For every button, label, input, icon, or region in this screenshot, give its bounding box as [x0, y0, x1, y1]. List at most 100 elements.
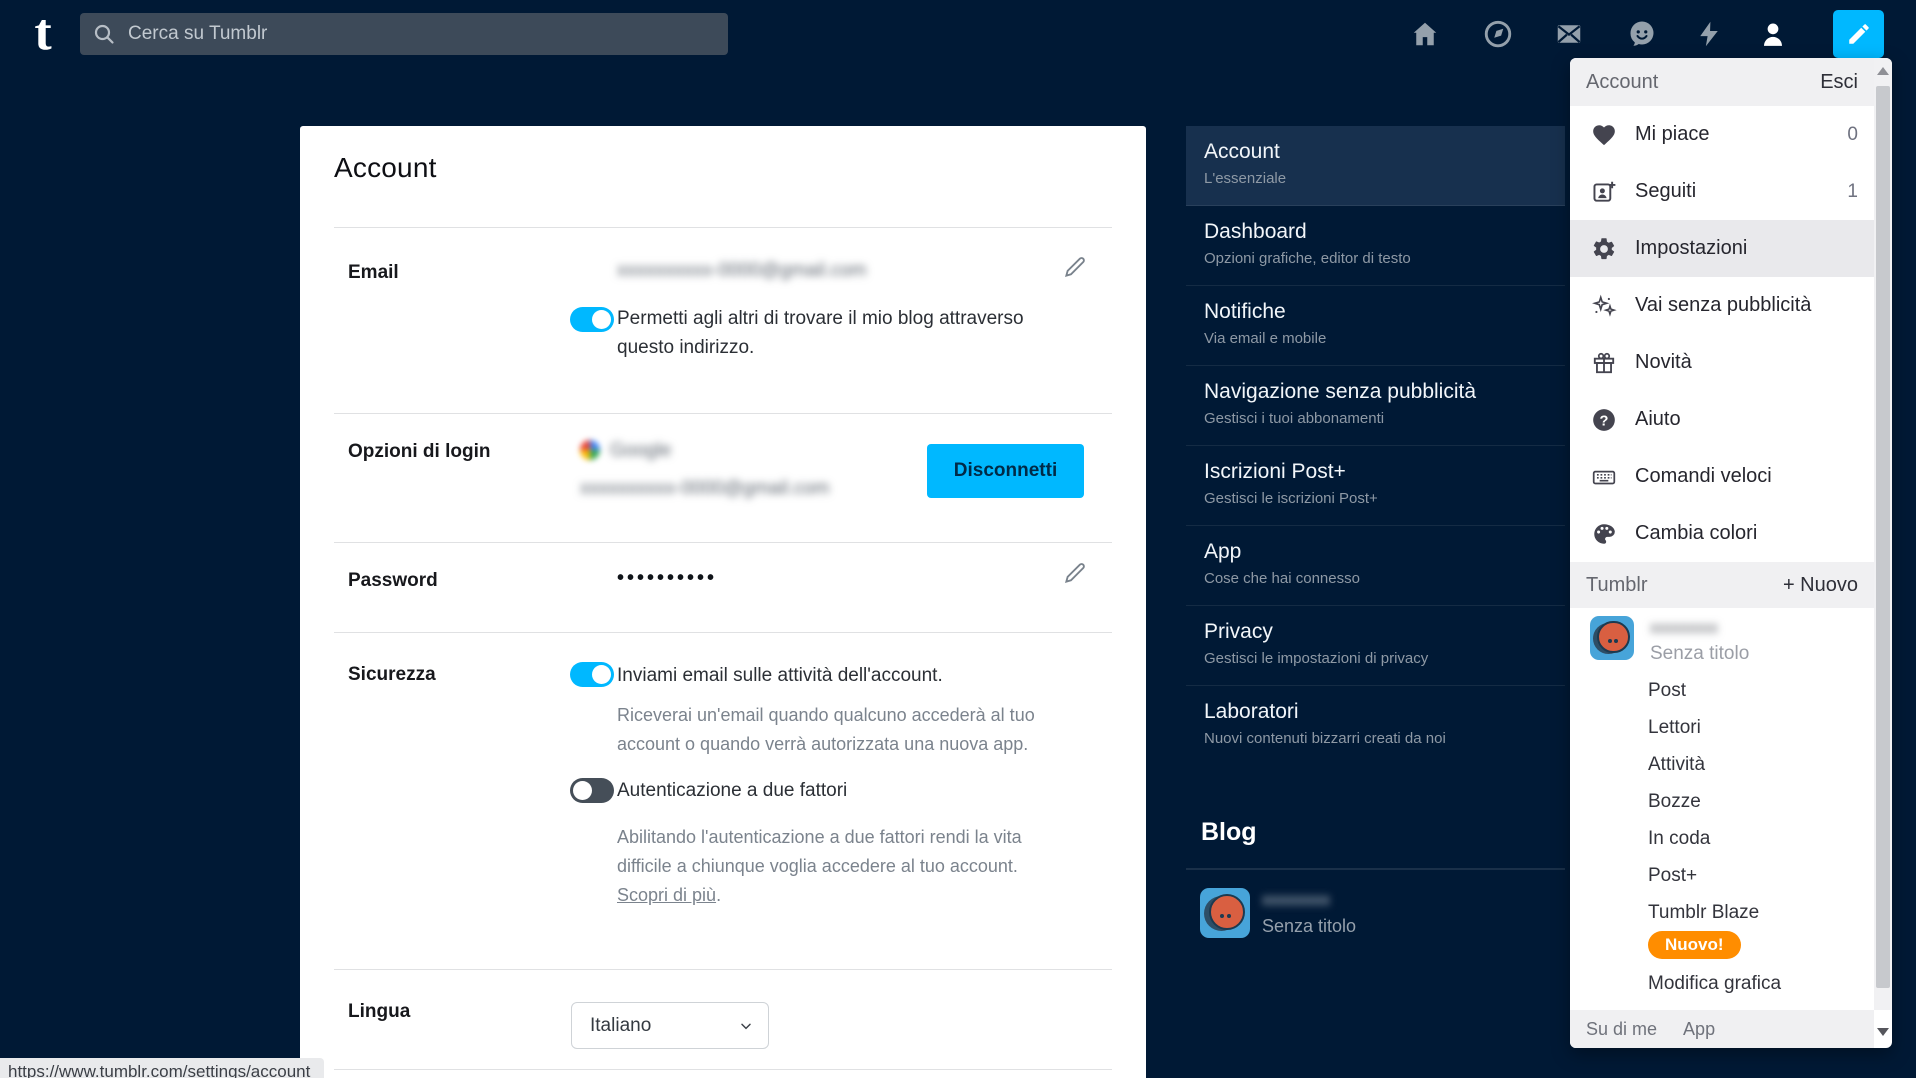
gift-icon [1590, 349, 1618, 377]
messages-envelope-icon[interactable] [1552, 17, 1586, 51]
menu-scrollbar[interactable] [1874, 58, 1892, 1010]
menu-item-help[interactable]: ? Aiuto [1570, 391, 1874, 448]
disconnect-button[interactable]: Disconnetti [927, 444, 1084, 498]
chevron-down-icon [738, 1018, 754, 1034]
search-bar[interactable] [80, 13, 728, 55]
divider [334, 1069, 1112, 1070]
sidebar-item-subtitle: Via email e mobile [1204, 330, 1547, 347]
language-label: Lingua [348, 1001, 410, 1023]
scrollbar-thumb[interactable] [1876, 86, 1890, 988]
email-activity-description: Riceverai un'email quando qualcuno acced… [617, 701, 1069, 759]
two-factor-toggle[interactable] [570, 778, 614, 803]
menu-item-label: Aiuto [1635, 408, 1858, 431]
home-icon[interactable] [1408, 17, 1442, 51]
divider [334, 969, 1112, 970]
menu-item-whats-new[interactable]: Novità [1570, 334, 1874, 391]
new-badge[interactable]: Nuovo! [1648, 931, 1741, 959]
divider [334, 413, 1112, 414]
menu-item-shortcuts[interactable]: Comandi veloci [1570, 448, 1874, 505]
sidebar-item-ad-free[interactable]: Navigazione senza pubblicità Gestisci i … [1186, 366, 1565, 446]
account-menu-content: Account Esci Mi piace 0 [1570, 58, 1874, 1048]
divider [1186, 868, 1565, 870]
sidebar-item-postplus[interactable]: Iscrizioni Post+ Gestisci le iscrizioni … [1186, 446, 1565, 526]
sidebar-item-apps[interactable]: App Cose che hai connesso [1186, 526, 1565, 606]
menu-item-label: Mi piace [1635, 123, 1847, 146]
sidebar-item-title: Dashboard [1204, 220, 1547, 244]
badge-row: Nuovo! [1570, 931, 1874, 965]
blog-link-posts[interactable]: Post [1570, 672, 1874, 709]
link-preview-statusbar: https://www.tumblr.com/settings/account [0, 1058, 324, 1078]
pencil-icon [1846, 21, 1872, 47]
menu-item-settings[interactable]: Impostazioni [1570, 220, 1874, 277]
search-icon [92, 22, 116, 46]
blog-link-postplus[interactable]: Post+ [1570, 857, 1874, 894]
edit-password-pencil-icon[interactable] [1062, 560, 1088, 591]
two-factor-description-text: Abilitando l'autenticazione a due fattor… [617, 827, 1022, 876]
login-provider-row: Google [580, 440, 671, 462]
blog-link-followers[interactable]: Lettori [1570, 709, 1874, 746]
blog-avatar [1590, 616, 1634, 660]
activity-lightning-icon[interactable] [1692, 17, 1726, 51]
palette-icon [1590, 520, 1618, 548]
menu-item-likes[interactable]: Mi piace 0 [1570, 106, 1874, 163]
account-person-icon[interactable] [1756, 17, 1790, 51]
sidebar-item-title: Notifiche [1204, 300, 1547, 324]
sidebar-item-subtitle: L'essenziale [1204, 170, 1547, 187]
blog-link-drafts[interactable]: Bozze [1570, 783, 1874, 820]
menu-item-label: Cambia colori [1635, 522, 1858, 545]
blog-name-redacted: xxxxxxxx [1262, 890, 1330, 910]
tumblr-logo[interactable]: t [20, 2, 66, 64]
sidebar-item-dashboard[interactable]: Dashboard Opzioni grafiche, editor di te… [1186, 206, 1565, 286]
scroll-up-arrow-icon[interactable] [1877, 67, 1889, 75]
menu-header-title: Account [1586, 71, 1658, 94]
following-person-plus-icon [1590, 178, 1618, 206]
settings-sidebar: Account L'essenziale Dashboard Opzioni g… [1186, 126, 1565, 766]
password-masked-value: •••••••••• [617, 567, 717, 590]
sidebar-item-subtitle: Gestisci i tuoi abbonamenti [1204, 410, 1547, 427]
sidebar-item-subtitle: Gestisci le impostazioni di privacy [1204, 650, 1547, 667]
keyboard-icon [1590, 463, 1618, 491]
email-value-redacted: xxxxxxxxxx-0000@gmail.com [617, 260, 866, 282]
blog-list-item[interactable]: xxxxxxxx Senza titolo [1186, 882, 1565, 948]
email-discoverable-toggle[interactable] [570, 307, 614, 332]
blog-link-tumblr-blaze[interactable]: Tumblr Blaze [1570, 894, 1874, 931]
sidebar-item-title: Privacy [1204, 620, 1547, 644]
sidebar-item-subtitle: Opzioni grafiche, editor di testo [1204, 250, 1547, 267]
menu-item-change-palette[interactable]: Cambia colori [1570, 505, 1874, 562]
blog-subtitle: Senza titolo [1262, 916, 1356, 937]
sidebar-item-subtitle: Nuovi contenuti bizzarri creati da noi [1204, 730, 1547, 747]
new-blog-button[interactable]: + Nuovo [1783, 574, 1858, 597]
login-email-redacted: xxxxxxxxxx-0000@gmail.com [580, 478, 829, 500]
sidebar-item-account[interactable]: Account L'essenziale [1186, 126, 1565, 206]
divider [334, 227, 1112, 228]
sparkles-icon [1590, 292, 1618, 320]
footer-link-apps[interactable]: App [1683, 1019, 1715, 1040]
email-activity-toggle[interactable] [570, 662, 614, 687]
google-icon [580, 440, 600, 460]
scroll-down-arrow-icon[interactable] [1877, 1028, 1889, 1036]
language-select[interactable]: Italiano [571, 1002, 769, 1049]
sidebar-item-labs[interactable]: Laboratori Nuovi contenuti bizzarri crea… [1186, 686, 1565, 766]
blog-link-edit-appearance[interactable]: Modifica grafica [1570, 965, 1874, 1002]
link-suffix: . [716, 885, 721, 905]
chat-ghost-icon[interactable] [1625, 17, 1659, 51]
sidebar-item-title: Iscrizioni Post+ [1204, 460, 1547, 484]
edit-email-pencil-icon[interactable] [1062, 254, 1088, 285]
footer-link-about[interactable]: Su di me [1586, 1019, 1657, 1040]
menu-item-following[interactable]: Seguiti 1 [1570, 163, 1874, 220]
blog-link-queue[interactable]: In coda [1570, 820, 1874, 857]
logout-button[interactable]: Esci [1820, 71, 1858, 94]
menu-item-ad-free[interactable]: Vai senza pubblicità [1570, 277, 1874, 334]
blog-link-activity[interactable]: Attività [1570, 746, 1874, 783]
sidebar-item-privacy[interactable]: Privacy Gestisci le impostazioni di priv… [1186, 606, 1565, 686]
sidebar-item-notifications[interactable]: Notifiche Via email e mobile [1186, 286, 1565, 366]
blog-section-heading: Blog [1201, 818, 1257, 847]
menu-footer: Su di me App [1570, 1010, 1874, 1048]
menu-blog-item[interactable]: xxxxxxxx Senza titolo [1570, 608, 1874, 672]
language-selected-value: Italiano [590, 1015, 651, 1037]
learn-more-link[interactable]: Scopri di più [617, 885, 716, 905]
compose-pencil-button[interactable] [1833, 10, 1884, 58]
explore-compass-icon[interactable] [1481, 17, 1515, 51]
menu-item-count: 1 [1847, 181, 1858, 203]
search-input[interactable] [126, 22, 716, 46]
